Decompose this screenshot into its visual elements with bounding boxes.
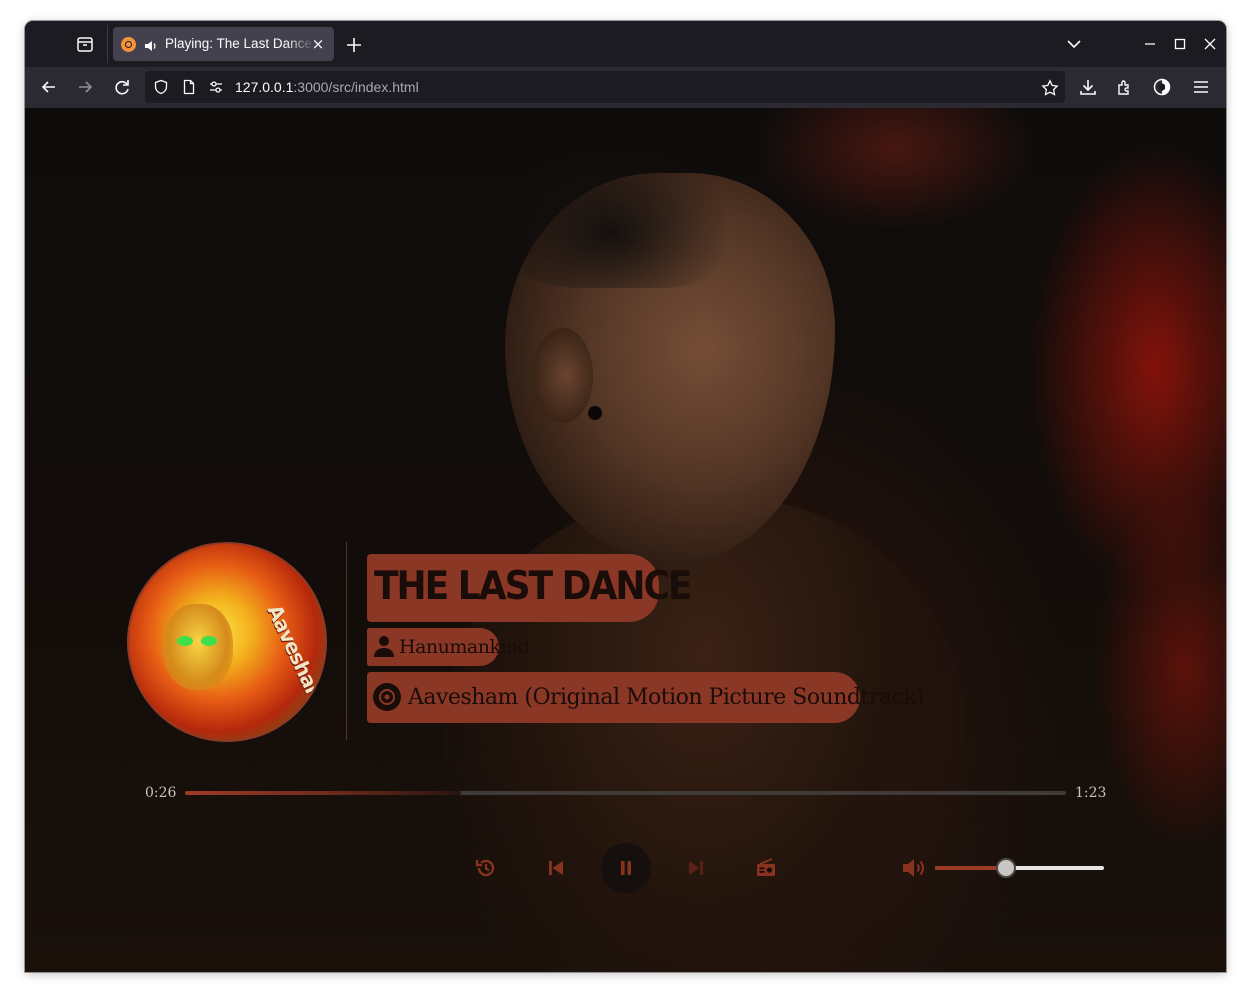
shield-icon[interactable] [153, 79, 169, 95]
url-bar[interactable]: 127.0.0.1:3000/src/index.html [145, 71, 1065, 103]
person-icon [373, 634, 395, 658]
reload-icon[interactable] [112, 77, 132, 97]
album-art: Aavesham [127, 542, 327, 742]
duration: 1:23 [1075, 785, 1107, 801]
background-figure-earring [588, 406, 602, 420]
account-icon[interactable] [1152, 77, 1172, 97]
song-title-pill: THE LAST DANCE [367, 554, 693, 622]
music-player-page: Aavesham THE LAST DANCE Hanumankind Aave… [25, 108, 1226, 972]
background-figure-hair [495, 148, 725, 288]
puzzle-icon[interactable] [1115, 77, 1135, 97]
forward-arrow-icon[interactable] [75, 77, 95, 97]
album-art-eye [177, 636, 193, 646]
info-divider [346, 542, 347, 740]
artist-name: Hanumankind [399, 636, 530, 658]
disc-icon [372, 682, 402, 712]
minimize-icon[interactable] [1141, 35, 1159, 53]
album-pill[interactable]: Aavesham (Original Motion Picture Soundt… [367, 672, 925, 723]
radio-icon [757, 858, 775, 876]
page-icon[interactable] [181, 79, 197, 95]
tab-close-icon[interactable]: × [311, 36, 325, 52]
progress-bar[interactable] [185, 791, 1066, 795]
volume-high-icon[interactable] [901, 856, 929, 880]
tab-strip-separator [107, 25, 108, 63]
radio-button[interactable] [741, 843, 791, 893]
album-name: Aavesham (Original Motion Picture Soundt… [408, 685, 925, 710]
orange-circle-icon [121, 37, 136, 52]
replay-icon [475, 859, 495, 877]
plus-icon[interactable] [343, 34, 365, 56]
current-time: 0:26 [145, 785, 177, 801]
tab-strip: Playing: The Last Dance × [25, 21, 1226, 67]
replay-button[interactable] [461, 843, 511, 893]
tab-playing[interactable]: Playing: The Last Dance × [113, 27, 334, 61]
permissions-icon[interactable] [208, 79, 224, 95]
album-art-logo: Aavesham [262, 600, 327, 709]
url-path: :3000/src/index.html [293, 79, 419, 95]
url-text[interactable]: 127.0.0.1:3000/src/index.html [235, 79, 419, 95]
volume-slider[interactable] [935, 858, 1104, 878]
play-pause-button[interactable] [601, 843, 651, 893]
speaker-icon[interactable] [144, 38, 158, 52]
navigation-bar: 127.0.0.1:3000/src/index.html [25, 67, 1226, 108]
artist-pill[interactable]: Hanumankind [367, 628, 530, 666]
browser-window: Playing: The Last Dance × 127.0.0.1:3000… [25, 21, 1226, 972]
song-title: THE LAST DANCE [374, 564, 693, 609]
skip-previous-icon [549, 861, 563, 875]
background-figure-ear [533, 328, 593, 423]
back-arrow-icon[interactable] [39, 77, 59, 97]
chevron-down-icon[interactable] [1065, 35, 1083, 53]
tab-list-icon[interactable] [75, 34, 95, 54]
close-icon[interactable] [1201, 35, 1219, 53]
url-host: 127.0.0.1 [235, 79, 294, 95]
skip-next-icon [689, 861, 703, 875]
download-icon[interactable] [1078, 77, 1098, 97]
pause-icon [621, 861, 631, 875]
star-icon[interactable] [1041, 79, 1059, 96]
maximize-icon[interactable] [1171, 35, 1189, 53]
previous-button[interactable] [531, 843, 581, 893]
hamburger-menu-icon[interactable] [1191, 77, 1211, 97]
next-button[interactable] [671, 843, 721, 893]
progress-fill [185, 791, 461, 795]
tab-title: Playing: The Last Dance [165, 36, 312, 51]
volume-thumb[interactable] [995, 858, 1016, 878]
